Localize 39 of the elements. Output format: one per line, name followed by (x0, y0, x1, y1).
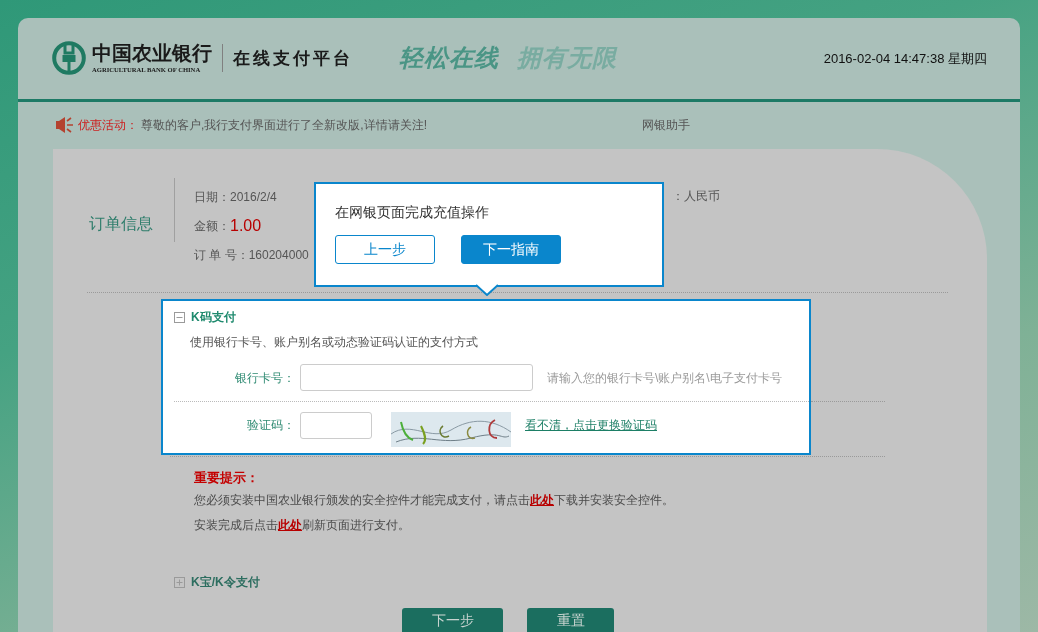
payment-method-description: 使用银行卡号、账户别名或动态验证码认证的支付方式 (189, 334, 479, 350)
refresh-captcha-link[interactable]: 看不清，点击更换验证码 (525, 412, 657, 439)
announcement-label: 优惠活动： (78, 117, 138, 135)
helper-link[interactable]: 网银助手 (642, 116, 690, 135)
field-label: 银行卡号： (234, 369, 295, 387)
field-value: 2016/2/4 (230, 188, 277, 206)
field-label: 订 单 号： (194, 246, 249, 264)
next-guide-button[interactable]: 下一指南 (461, 235, 561, 264)
notice-text: 安装完成后点击此处刷新页面进行支付。 (194, 517, 411, 533)
field-hint: 请输入您的银行卡号\账户别名\电子支付卡号 (547, 369, 782, 387)
order-info-title: 订单信息 (89, 214, 154, 234)
announcement-text: 尊敬的客户,我行支付界面进行了全新改版,详情请关注! (141, 117, 427, 135)
captcha-input[interactable] (300, 412, 372, 439)
date-time: 2016-02-04 14:47:38 星期四 (823, 49, 987, 68)
next-step-button[interactable]: 下一步 (402, 608, 503, 632)
field-label: 日期： (194, 188, 230, 206)
card-number-input[interactable] (300, 364, 533, 391)
here-link[interactable]: 此处 (278, 518, 302, 532)
reset-button[interactable]: 重置 (527, 608, 614, 632)
captcha-image[interactable] (391, 412, 511, 447)
bank-name: 中国农业银行 (92, 42, 212, 65)
payment-method-title[interactable]: K码支付 (191, 309, 236, 325)
payment-method-title[interactable]: K宝/K令支付 (191, 574, 260, 590)
plus-box-icon[interactable] (174, 576, 185, 588)
currency-text: ：人民币 (672, 188, 720, 205)
notice-text: 您必须安装中国农业银行颁发的安全控件才能完成支付，请点击此处下载并安装安全控件。 (194, 492, 675, 508)
here-link[interactable]: 此处 (530, 493, 554, 507)
guide-message: 在网银页面完成充值操作 (335, 203, 490, 222)
minus-box-icon[interactable] (174, 311, 185, 323)
speaker-icon (56, 116, 73, 135)
field-value: 1.00 (230, 215, 262, 236)
field-value: 160204000 (248, 246, 309, 264)
field-label: 金额： (194, 217, 230, 235)
field-label: 验证码： (246, 417, 295, 434)
platform-title: 在线支付平台 (233, 47, 353, 70)
previous-step-button[interactable]: 上一步 (335, 235, 435, 264)
slogan-text: 轻松在线 (399, 43, 499, 74)
bank-logo-icon (52, 41, 86, 76)
notice-title: 重要提示： (194, 470, 260, 486)
